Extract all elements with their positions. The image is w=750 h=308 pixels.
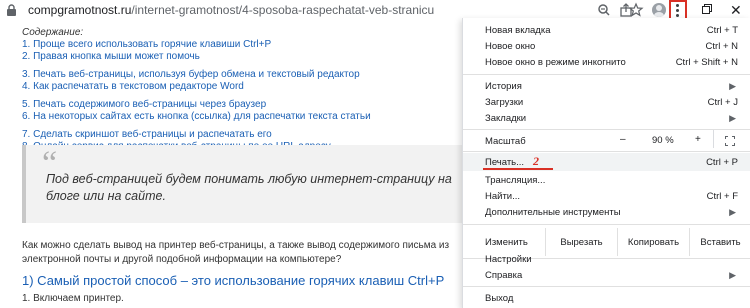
shortcut-incognito: Ctrl + Shift + N bbox=[675, 57, 738, 68]
quote-text: Под веб-страницей будем понимать любую и… bbox=[46, 172, 452, 203]
star-icon[interactable] bbox=[628, 2, 644, 18]
shortcut-new-window: Ctrl + N bbox=[705, 41, 738, 52]
shortcut-new-tab: Ctrl + T bbox=[706, 25, 738, 36]
menu-divider bbox=[463, 224, 750, 225]
zoom-icon[interactable] bbox=[596, 2, 612, 18]
shortcut-find: Ctrl + F bbox=[706, 191, 738, 202]
chrome-main-menu: Новая вкладка Ctrl + T Новое окно Ctrl +… bbox=[462, 18, 750, 308]
zoom-in-button[interactable]: + bbox=[695, 134, 701, 145]
url-domain: compgramotnost.ru bbox=[28, 3, 132, 17]
article-content: Содержание: 1. Проще всего использовать … bbox=[0, 20, 462, 308]
menu-item-downloads[interactable]: Загрузки bbox=[485, 97, 523, 108]
toc-link[interactable]: 2. Правая кнопка мыши может помочь bbox=[22, 51, 200, 62]
toc-link[interactable]: 6. На некоторых сайтах есть кнопка (ссыл… bbox=[22, 111, 371, 122]
url-path: /internet-gramotnost/4-sposoba-raspechat… bbox=[131, 3, 435, 17]
menu-item-new-window[interactable]: Новое окно bbox=[485, 41, 535, 52]
menu-item-exit[interactable]: Выход bbox=[485, 293, 513, 304]
toc-link[interactable]: 1. Проще всего использовать горячие клав… bbox=[22, 39, 271, 50]
lock-icon[interactable] bbox=[6, 4, 17, 16]
chevron-right-icon: ▶ bbox=[729, 270, 736, 280]
menu-item-settings[interactable]: Настройки bbox=[485, 254, 532, 265]
toc-link[interactable]: 3. Печать веб-страницы, используя буфер … bbox=[22, 69, 360, 80]
zoom-out-button[interactable]: – bbox=[620, 134, 626, 145]
menu-divider bbox=[713, 130, 714, 148]
edit-label: Изменить bbox=[485, 236, 528, 248]
shortcut-print: Ctrl + P bbox=[706, 157, 738, 168]
close-window-icon[interactable]: ✕ bbox=[730, 2, 742, 19]
menu-item-more-tools[interactable]: Дополнительные инструменты bbox=[485, 207, 621, 218]
menu-item-bookmarks[interactable]: Закладки bbox=[485, 113, 526, 124]
browser-toolbar: compgramotnost.ru/internet-gramotnost/4-… bbox=[0, 0, 750, 34]
chevron-right-icon: ▶ bbox=[729, 207, 736, 217]
annotation-2: 2 bbox=[533, 154, 539, 168]
menu-item-find[interactable]: Найти... bbox=[485, 191, 520, 202]
annotation-underline bbox=[483, 168, 553, 170]
fullscreen-icon[interactable] bbox=[725, 136, 735, 146]
shortcut-downloads: Ctrl + J bbox=[707, 97, 738, 108]
menu-item-cast[interactable]: Трансляция... bbox=[485, 175, 545, 186]
restore-window-icon[interactable] bbox=[702, 4, 712, 14]
chevron-right-icon: ▶ bbox=[729, 113, 736, 123]
toc-title: Содержание: bbox=[22, 27, 84, 38]
menu-item-new-tab[interactable]: Новая вкладка bbox=[485, 25, 550, 36]
menu-divider bbox=[463, 151, 750, 152]
menu-divider bbox=[463, 286, 750, 287]
more-vert-icon bbox=[676, 4, 680, 19]
menu-item-history[interactable]: История bbox=[485, 81, 522, 92]
blockquote: “ Под веб-страницей будем понимать любую… bbox=[22, 145, 462, 223]
toc-link[interactable]: 5. Печать содержимого веб-страницы через… bbox=[22, 99, 266, 110]
menu-divider bbox=[463, 74, 750, 75]
menu-item-help[interactable]: Справка bbox=[485, 270, 522, 281]
menu-divider bbox=[463, 129, 750, 130]
toc-link[interactable]: 7. Сделать скриншот веб-страницы и распе… bbox=[22, 129, 272, 140]
toc-link[interactable]: 4. Как распечатать в текстовом редакторе… bbox=[22, 81, 244, 92]
section-heading: 1) Самый простой способ – это использова… bbox=[22, 273, 445, 288]
paste-button[interactable]: Вставить bbox=[689, 228, 750, 256]
intro-paragraph: Как можно сделать вывод на принтер веб-с… bbox=[22, 240, 450, 265]
address-bar[interactable]: compgramotnost.ru/internet-gramotnost/4-… bbox=[28, 3, 434, 17]
zoom-value: 90 % bbox=[652, 135, 674, 146]
step-text: 1. Включаем принтер. bbox=[22, 293, 124, 304]
menu-item-incognito[interactable]: Новое окно в режиме инкогнито bbox=[485, 57, 626, 68]
copy-button[interactable]: Копировать bbox=[617, 228, 689, 256]
zoom-label: Масштаб bbox=[485, 136, 526, 147]
profile-avatar[interactable] bbox=[652, 3, 666, 17]
chevron-right-icon: ▶ bbox=[729, 81, 736, 91]
cut-button[interactable]: Вырезать bbox=[545, 228, 617, 256]
menu-item-print[interactable]: Печать... bbox=[485, 157, 524, 168]
